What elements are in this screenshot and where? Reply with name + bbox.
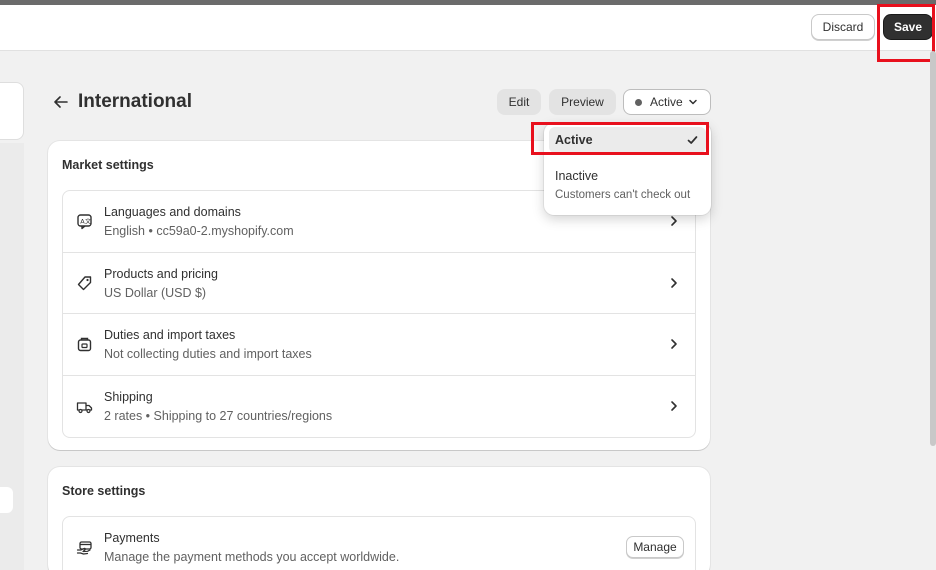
package-icon: [77, 337, 92, 352]
list-item-title: Shipping: [104, 389, 153, 404]
language-icon: A文: [77, 214, 92, 230]
market-settings-title: Market settings: [62, 158, 154, 172]
list-item-duties[interactable]: Duties and import taxes Not collecting d…: [63, 314, 695, 376]
status-dot-icon: [635, 98, 642, 106]
preview-button[interactable]: Preview: [549, 89, 616, 115]
chevron-right-icon: [671, 216, 677, 226]
list-item-subtitle: Manage the payment methods you accept wo…: [104, 550, 400, 564]
status-option-inactive-description: Customers can't check out: [555, 189, 691, 201]
list-item-title: Products and pricing: [104, 266, 218, 281]
list-item-title: Payments: [104, 531, 160, 545]
status-label: Active: [650, 95, 683, 109]
svg-text:文: 文: [85, 218, 91, 226]
list-item-products-pricing[interactable]: Products and pricing US Dollar (USD $): [63, 253, 695, 314]
status-option-active[interactable]: Active: [549, 127, 706, 153]
price-tag-icon: [77, 275, 92, 290]
manage-payments-button[interactable]: Manage: [626, 536, 684, 558]
page-header: International: [52, 89, 192, 115]
list-item-subtitle: US Dollar (USD $): [104, 285, 207, 300]
left-panel-chip: [0, 487, 13, 513]
store-settings-title: Store settings: [62, 484, 146, 498]
page-title: International: [78, 91, 193, 112]
chevron-right-icon: [671, 277, 677, 288]
top-bar: Discard Save: [0, 5, 936, 51]
list-item-title: Duties and import taxes: [104, 328, 236, 342]
status-dropdown-button[interactable]: Active: [623, 89, 711, 115]
chevron-down-icon: [688, 99, 697, 105]
list-item-shipping[interactable]: Shipping 2 rates • Shipping to 27 countr…: [63, 376, 695, 438]
back-arrow-icon[interactable]: [52, 93, 70, 111]
discard-button[interactable]: Discard: [811, 14, 875, 40]
list-item-payments[interactable]: Payments Manage the payment methods you …: [63, 517, 695, 570]
chevron-right-icon: [671, 400, 677, 411]
checkmark-icon: [687, 136, 698, 144]
left-panel: [0, 82, 24, 140]
status-dropdown-menu: Active Inactive Customers can't check ou…: [544, 123, 711, 215]
store-settings-list: Payments Manage the payment methods you …: [62, 516, 696, 570]
save-button[interactable]: Save: [883, 14, 933, 40]
list-item-subtitle: 2 rates • Shipping to 27 countries/regio…: [104, 408, 333, 423]
list-item-title: Languages and domains: [104, 205, 241, 219]
store-settings-card: Store settings Payments Manage the payme…: [48, 467, 710, 570]
list-item-subtitle: Not collecting duties and import taxes: [104, 347, 312, 361]
payment-icon: [76, 541, 92, 555]
truck-icon: [76, 401, 93, 413]
market-settings-list: A文 Languages and domains English • cc59a…: [62, 190, 696, 438]
list-item-subtitle: English • cc59a0-2.myshopify.com: [104, 224, 294, 238]
status-option-label: Active: [555, 133, 593, 147]
status-option-inactive[interactable]: Inactive: [555, 169, 598, 183]
chevron-right-icon: [671, 339, 677, 349]
edit-button[interactable]: Edit: [497, 89, 541, 115]
scrollbar[interactable]: [930, 51, 936, 446]
